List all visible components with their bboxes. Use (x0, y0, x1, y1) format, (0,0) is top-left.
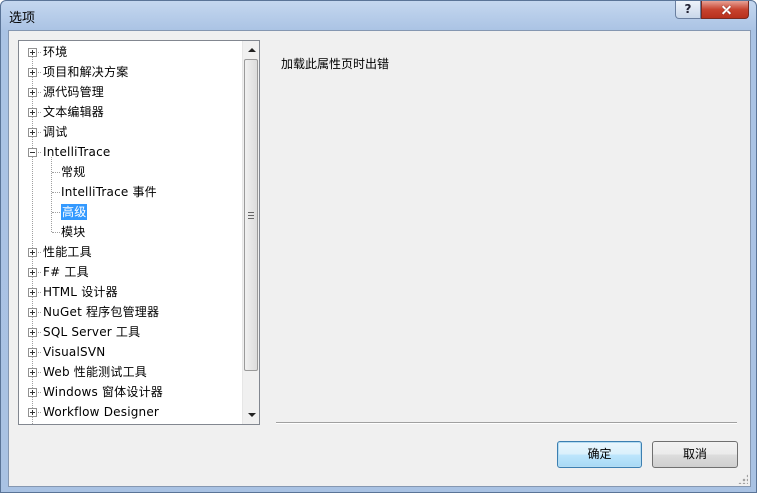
scroll-thumb[interactable] (244, 59, 258, 371)
tree-item-label: IntelliTrace (43, 145, 111, 159)
window-title: 选项 (9, 11, 36, 26)
expand-icon[interactable] (28, 68, 37, 77)
error-message: 加载此属性页时出错 (281, 57, 390, 71)
tree-item[interactable]: 调试 (19, 122, 241, 142)
tree-item-label: IntelliTrace 事件 (61, 185, 157, 199)
tree-item[interactable]: Web 性能测试工具 (19, 362, 241, 382)
dialog-client-area: 环境项目和解决方案 源代码管理文本编辑器调试 IntelliTrace 常规 Intel… (8, 30, 751, 487)
tree-connector-line (52, 232, 60, 233)
tree-item-label: 环境 (43, 45, 68, 59)
tree-connector-line (51, 157, 52, 232)
tree-item-label: F# 工具 (43, 265, 89, 279)
expand-icon[interactable] (28, 348, 37, 357)
tree-item-label: Web 性能测试工具 (43, 365, 147, 379)
expand-icon[interactable] (28, 288, 37, 297)
tree-item[interactable]: 项目和解决方案 (19, 62, 241, 82)
grip-line (248, 218, 254, 219)
arrow-down-icon (248, 413, 256, 417)
tree-item[interactable]: IntelliTrace (19, 142, 241, 162)
expand-icon[interactable] (28, 268, 37, 277)
tree-item[interactable]: NuGet 程序包管理器 (19, 302, 241, 322)
title-bar[interactable]: 选项 ? (1, 1, 756, 29)
tree-connector-line (52, 172, 60, 173)
ok-button[interactable]: 确定 (557, 441, 642, 468)
help-icon: ? (684, 2, 692, 16)
tree-item[interactable]: 高级 (19, 202, 241, 222)
cancel-button[interactable]: 取消 (652, 441, 738, 468)
tree-item[interactable]: 模块 (19, 222, 241, 242)
tree-item[interactable]: VisualSVN (19, 342, 241, 362)
separator-line (276, 422, 737, 424)
expand-icon[interactable] (28, 308, 37, 317)
expand-icon[interactable] (28, 408, 37, 417)
tree-item-label: NuGet 程序包管理器 (43, 305, 160, 319)
tree-item-label-selected: 高级 (61, 204, 88, 220)
tree-connector-line (52, 212, 60, 213)
scroll-up-button[interactable] (244, 42, 259, 58)
help-button[interactable]: ? (675, 1, 701, 19)
grip-line (248, 215, 254, 216)
expand-icon[interactable] (28, 248, 37, 257)
scroll-down-button[interactable] (244, 407, 259, 423)
tree-vertical-scrollbar[interactable] (242, 41, 259, 424)
tree-item[interactable]: 性能工具 (19, 242, 241, 262)
expand-icon[interactable] (28, 128, 37, 137)
tree-item-label: SQL Server 工具 (43, 325, 141, 339)
tree-item-label: 文本编辑器 (43, 105, 105, 119)
tree-item[interactable]: 文本编辑器 (19, 102, 241, 122)
tree-item-label: 调试 (43, 125, 68, 139)
tree-item-label: 性能工具 (43, 245, 92, 259)
expand-icon[interactable] (28, 368, 37, 377)
tree-item-label: VisualSVN (43, 345, 106, 359)
tree-item[interactable]: SQL Server 工具 (19, 322, 241, 342)
collapse-icon[interactable] (28, 148, 37, 157)
tree-item[interactable]: Workflow Designer (19, 402, 241, 422)
tree-item-label: 源代码管理 (43, 85, 105, 99)
tree-item[interactable]: 环境 (19, 42, 241, 62)
tree-item-label: 常规 (61, 165, 86, 179)
tree-item[interactable]: 源代码管理 (19, 82, 241, 102)
tree-item-label: Workflow Designer (43, 405, 160, 419)
tree-item-label: Windows 窗体设计器 (43, 385, 163, 399)
tree-item[interactable]: Windows 窗体设计器 (19, 382, 241, 402)
expand-icon[interactable] (28, 388, 37, 397)
resize-grip-icon[interactable] (738, 474, 748, 484)
expand-icon[interactable] (28, 328, 37, 337)
tree-item-label: HTML 设计器 (43, 285, 118, 299)
arrow-up-icon (248, 48, 256, 52)
close-button[interactable] (701, 1, 749, 19)
expand-icon[interactable] (28, 88, 37, 97)
options-tree[interactable]: 环境项目和解决方案 源代码管理文本编辑器调试 IntelliTrace 常规 Intel… (18, 40, 260, 425)
tree-item[interactable]: F# 工具 (19, 262, 241, 282)
tree-connector-line (52, 192, 60, 193)
grip-line (248, 212, 254, 213)
options-dialog: 选项 ? 环境项目和解决方案 源代码管理文本编辑器调试 IntelliTrace 常规… (0, 0, 757, 493)
tree-item[interactable]: IntelliTrace 事件 (19, 182, 241, 202)
tree-item-label: 项目和解决方案 (43, 65, 129, 79)
tree-item-label: 模块 (61, 225, 86, 239)
tree-item[interactable]: HTML 设计器 (19, 282, 241, 302)
expand-icon[interactable] (28, 108, 37, 117)
expand-icon[interactable] (28, 48, 37, 57)
tree-item[interactable]: 常规 (19, 162, 241, 182)
